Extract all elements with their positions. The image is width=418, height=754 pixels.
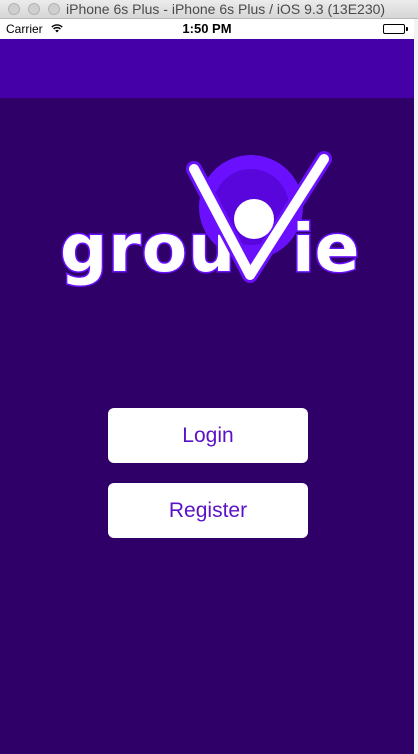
logo-text-right: ie xyxy=(292,210,359,287)
window-edge xyxy=(414,19,418,754)
grouvie-logo: grou ie xyxy=(59,151,361,289)
login-button[interactable]: Login xyxy=(108,408,308,463)
register-button[interactable]: Register xyxy=(108,483,308,538)
navigation-bar xyxy=(0,39,414,98)
window-title: iPhone 6s Plus - iPhone 6s Plus / iOS 9.… xyxy=(66,1,386,17)
simulator-title-bar: iPhone 6s Plus - iPhone 6s Plus / iOS 9.… xyxy=(0,0,418,19)
logo-ball xyxy=(234,199,274,239)
zoom-window-button[interactable] xyxy=(48,3,60,15)
phone-screen: Carrier 1:50 PM grou ie Login Register xyxy=(0,19,414,754)
logo-text-left: grou xyxy=(60,210,236,287)
battery-icon xyxy=(383,24,408,34)
minimize-window-button[interactable] xyxy=(28,3,40,15)
close-window-button[interactable] xyxy=(8,3,20,15)
status-time: 1:50 PM xyxy=(182,21,232,36)
status-bar: Carrier 1:50 PM xyxy=(0,19,414,39)
